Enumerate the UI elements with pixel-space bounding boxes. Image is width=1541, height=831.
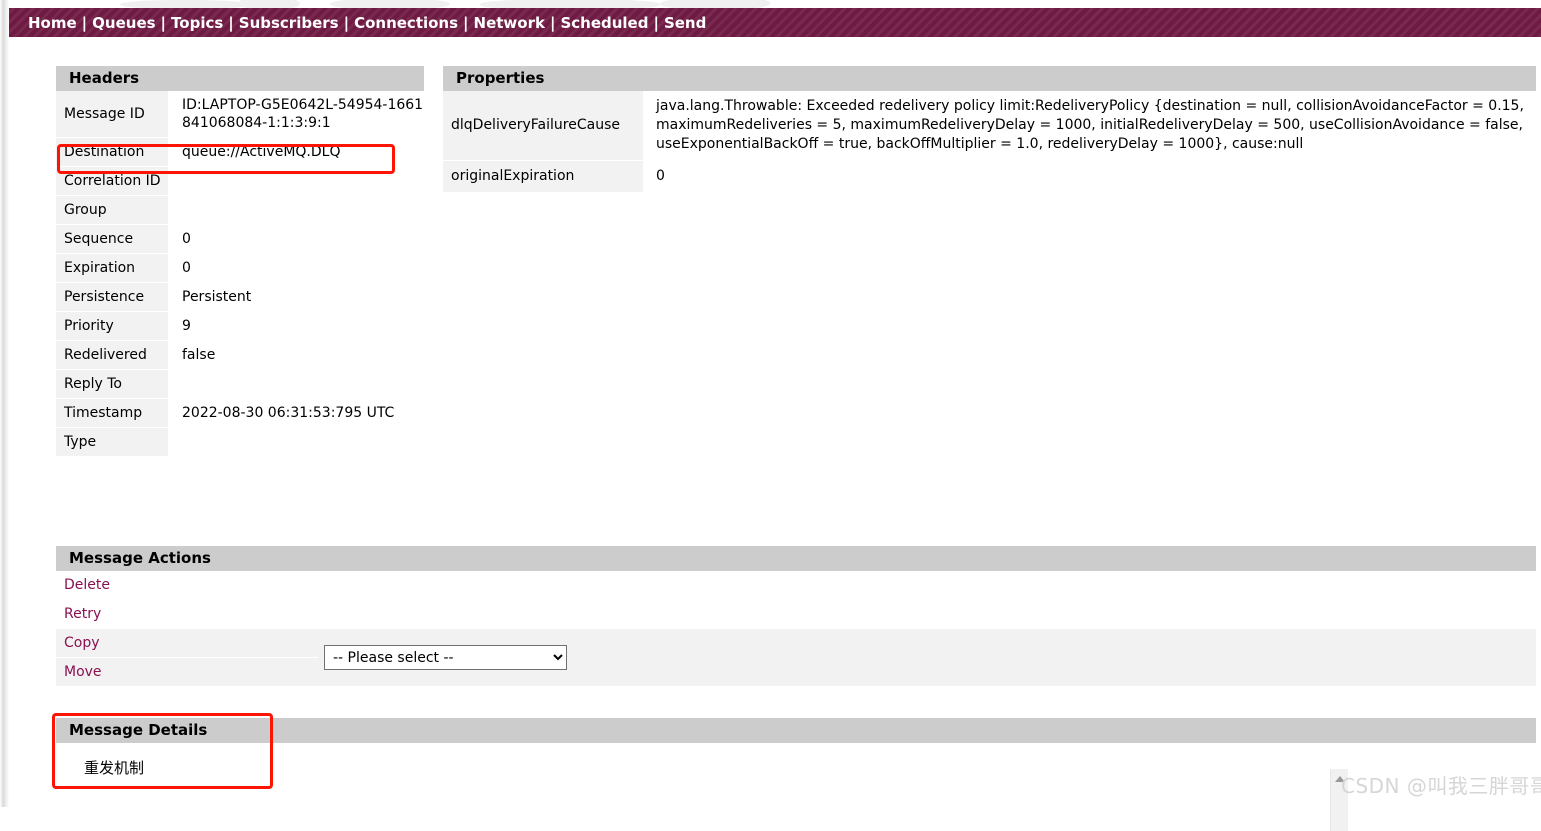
nav-item-queues[interactable]: Queues (92, 14, 155, 32)
header-key-correlation-id: Correlation ID (56, 166, 168, 196)
retry-message-link[interactable]: Retry (64, 606, 101, 622)
header-key-sequence: Sequence (56, 224, 168, 254)
csdn-watermark: CSDN @叫我三胖哥哥 (1341, 774, 1541, 798)
header-value-priority: 9 (168, 311, 424, 341)
nav-item-topics[interactable]: Topics (171, 14, 223, 32)
table-row: Correlation ID (56, 166, 424, 196)
header-key-priority: Priority (56, 311, 168, 341)
table-row: Message ID ID:LAPTOP-G5E0642L-54954-1661… (56, 91, 424, 138)
property-key-dlq-delivery-failure-cause: dlqDeliveryFailureCause (443, 91, 643, 161)
table-row: Destination queue://ActiveMQ.DLQ (56, 137, 424, 167)
property-value-dlq-delivery-failure-cause: java.lang.Throwable: Exceeded redelivery… (643, 91, 1536, 161)
destination-queue-select[interactable]: -- Please select -- (324, 645, 567, 670)
nav-separator: | (81, 13, 88, 32)
table-row: Expiration 0 (56, 253, 424, 283)
table-row: Copy -- Please select -- (56, 628, 1536, 687)
headers-panel: Headers Message ID ID:LAPTOP-G5E0642L-54… (56, 66, 424, 457)
message-details-body: 重发机制 (56, 743, 1536, 831)
table-row: Reply To (56, 369, 424, 399)
nav-separator: | (160, 13, 167, 32)
destination-queue-select-cell[interactable]: -- Please select -- (318, 628, 1536, 687)
table-row: originalExpiration 0 (443, 160, 1536, 193)
nav-item-network[interactable]: Network (474, 14, 545, 32)
header-key-type: Type (56, 427, 168, 457)
action-cell-move[interactable]: Move (56, 657, 318, 687)
nav-item-subscribers[interactable]: Subscribers (239, 14, 339, 32)
table-row: Delete (56, 571, 1536, 600)
table-row: Redelivered false (56, 340, 424, 370)
nav-separator: | (549, 13, 556, 32)
table-row: Retry (56, 599, 1536, 629)
action-cell-copy[interactable]: Copy (56, 628, 318, 658)
nav-item-scheduled[interactable]: Scheduled (560, 14, 648, 32)
header-value-timestamp: 2022-08-30 06:31:53:795 UTC (168, 398, 424, 428)
header-key-redelivered: Redelivered (56, 340, 168, 370)
message-actions-panel: Message Actions Delete Retry Copy -- Ple… (56, 546, 1536, 687)
header-key-destination: Destination (56, 137, 168, 167)
header-key-persistence: Persistence (56, 282, 168, 312)
header-value-persistence: Persistent (168, 282, 424, 312)
header-key-expiration: Expiration (56, 253, 168, 283)
table-row: Sequence 0 (56, 224, 424, 254)
table-row: Timestamp 2022-08-30 06:31:53:795 UTC (56, 398, 424, 428)
action-cell-retry[interactable]: Retry (56, 599, 318, 629)
table-row: Type (56, 427, 424, 457)
page-left-edge (0, 0, 9, 807)
message-actions-table: Delete Retry Copy -- Please select -- Mo… (56, 571, 1536, 687)
nav-item-send[interactable]: Send (664, 14, 706, 32)
action-blank-cell (318, 599, 1536, 629)
nav-item-home[interactable]: Home (28, 14, 77, 32)
property-value-original-expiration: 0 (643, 160, 1536, 193)
header-key-timestamp: Timestamp (56, 398, 168, 428)
header-value-expiration: 0 (168, 253, 424, 283)
header-value-type (168, 427, 424, 457)
table-row: dlqDeliveryFailureCause java.lang.Throwa… (443, 91, 1536, 161)
nav-separator: | (343, 13, 350, 32)
headers-table: Message ID ID:LAPTOP-G5E0642L-54954-1661… (56, 91, 424, 457)
header-key-reply-to: Reply To (56, 369, 168, 399)
action-blank-cell (318, 571, 1536, 600)
table-row: Group (56, 195, 424, 225)
message-details-panel: Message Details 重发机制 (56, 718, 1536, 831)
nav-item-connections[interactable]: Connections (354, 14, 458, 32)
headers-panel-title: Headers (56, 66, 424, 91)
properties-panel-title: Properties (443, 66, 1536, 91)
header-value-destination: queue://ActiveMQ.DLQ (168, 137, 424, 167)
header-value-group (168, 195, 424, 225)
delete-message-link[interactable]: Delete (64, 577, 110, 593)
header-value-sequence: 0 (168, 224, 424, 254)
header-value-message-id: ID:LAPTOP-G5E0642L-54954-1661841068084-1… (168, 91, 424, 138)
message-actions-panel-title: Message Actions (56, 546, 1536, 571)
nav-separator: | (463, 13, 469, 32)
table-row: Priority 9 (56, 311, 424, 341)
nav-separator: | (228, 13, 234, 32)
header-value-correlation-id (168, 166, 424, 196)
move-message-link[interactable]: Move (64, 664, 102, 680)
message-details-text: 重发机制 (84, 759, 145, 777)
properties-panel: Properties dlqDeliveryFailureCause java.… (443, 66, 1536, 193)
header-value-reply-to (168, 369, 424, 399)
action-cell-delete[interactable]: Delete (56, 571, 318, 600)
message-details-panel-title: Message Details (56, 718, 1536, 743)
table-row: Persistence Persistent (56, 282, 424, 312)
header-value-redelivered: false (168, 340, 424, 370)
header-key-group: Group (56, 195, 168, 225)
header-key-message-id: Message ID (56, 91, 168, 138)
main-navigation-bar: Home | Queues | Topics | Subscribers | C… (9, 8, 1541, 37)
copy-message-link[interactable]: Copy (64, 635, 100, 651)
properties-table: dlqDeliveryFailureCause java.lang.Throwa… (443, 91, 1536, 193)
property-key-original-expiration: originalExpiration (443, 160, 643, 193)
nav-separator: | (653, 13, 659, 32)
